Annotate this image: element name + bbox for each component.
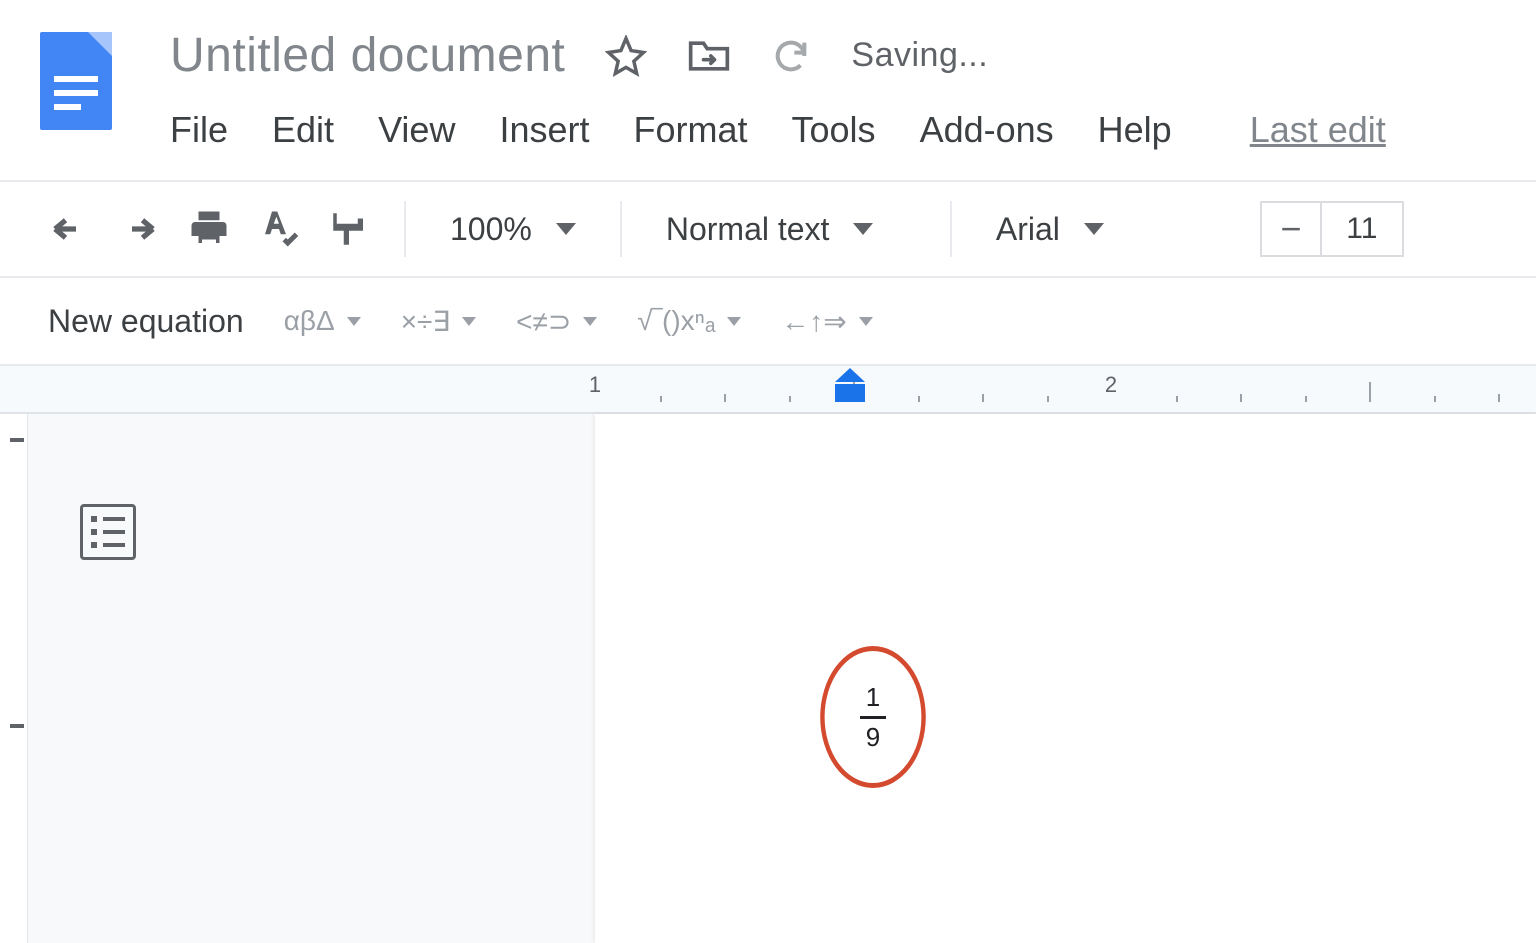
thumbnail-rail xyxy=(0,414,28,943)
menu-help[interactable]: Help xyxy=(1098,109,1172,151)
redo-icon[interactable] xyxy=(118,208,160,250)
equation-fraction[interactable]: 1 9 xyxy=(813,646,933,788)
operators-menu[interactable]: ×÷∃ xyxy=(401,305,476,338)
zoom-select[interactable]: 100% xyxy=(440,211,586,248)
save-status: Saving... xyxy=(851,36,988,75)
star-icon[interactable] xyxy=(605,35,647,77)
chevron-down-icon xyxy=(347,317,361,326)
chevron-down-icon xyxy=(1084,223,1104,235)
horizontal-ruler[interactable]: 12 xyxy=(595,366,1536,412)
menu-file[interactable]: File xyxy=(170,109,228,151)
document-page[interactable]: 1 9 xyxy=(595,414,1536,943)
menu-edit[interactable]: Edit xyxy=(272,109,334,151)
menu-view[interactable]: View xyxy=(378,109,455,151)
relations-menu[interactable]: <≠⊃ xyxy=(516,305,597,338)
math-structures-menu[interactable]: √‾()xⁿₐ xyxy=(637,305,741,337)
chevron-down-icon xyxy=(853,223,873,235)
sync-icon xyxy=(771,36,811,76)
toolbar-separator xyxy=(404,201,406,257)
paint-format-icon[interactable] xyxy=(328,208,370,250)
outline-panel xyxy=(28,414,595,943)
last-edit-link[interactable]: Last edit xyxy=(1250,109,1386,151)
font-size-stepper: − 11 xyxy=(1260,201,1404,257)
chevron-down-icon xyxy=(583,317,597,326)
spellcheck-icon[interactable] xyxy=(258,208,300,250)
title-bar: Untitled document Saving... File Edit Vi… xyxy=(0,0,1536,180)
chevron-down-icon xyxy=(556,223,576,235)
chevron-down-icon xyxy=(462,317,476,326)
menu-format[interactable]: Format xyxy=(634,109,748,151)
show-outline-button[interactable] xyxy=(80,504,136,560)
paragraph-style-value: Normal text xyxy=(666,211,830,248)
undo-icon[interactable] xyxy=(48,208,90,250)
greek-letters-menu[interactable]: αβΔ xyxy=(284,305,361,337)
move-to-folder-icon[interactable] xyxy=(687,36,731,76)
toolbar-separator xyxy=(620,201,622,257)
font-family-value: Arial xyxy=(996,211,1060,248)
workspace: 1 9 xyxy=(0,414,1536,943)
toolbar-separator xyxy=(950,201,952,257)
print-icon[interactable] xyxy=(188,208,230,250)
zoom-value: 100% xyxy=(450,211,532,248)
paragraph-style-select[interactable]: Normal text xyxy=(656,211,916,248)
ruler-area: 12 xyxy=(0,366,1536,414)
font-family-select[interactable]: Arial xyxy=(986,211,1226,248)
chevron-down-icon xyxy=(859,317,873,326)
document-title[interactable]: Untitled document xyxy=(170,28,565,83)
equation-toolbar: New equation αβΔ ×÷∃ <≠⊃ √‾()xⁿₐ ←↑⇒ xyxy=(0,278,1536,366)
ruler-number: 2 xyxy=(1105,372,1117,398)
docs-logo-icon[interactable] xyxy=(40,32,112,130)
chevron-down-icon xyxy=(727,317,741,326)
menu-bar: File Edit View Insert Format Tools Add-o… xyxy=(170,109,1386,151)
font-size-value[interactable]: 11 xyxy=(1322,212,1402,246)
indent-marker[interactable] xyxy=(835,368,865,404)
font-size-decrease[interactable]: − xyxy=(1262,203,1322,255)
new-equation-button[interactable]: New equation xyxy=(48,303,244,340)
menu-tools[interactable]: Tools xyxy=(792,109,876,151)
menu-addons[interactable]: Add-ons xyxy=(920,109,1054,151)
menu-insert[interactable]: Insert xyxy=(499,109,589,151)
annotation-circle xyxy=(820,646,926,788)
main-toolbar: 100% Normal text Arial − 11 xyxy=(0,180,1536,278)
ruler-number: 1 xyxy=(589,372,601,398)
arrows-menu[interactable]: ←↑⇒ xyxy=(781,305,872,338)
